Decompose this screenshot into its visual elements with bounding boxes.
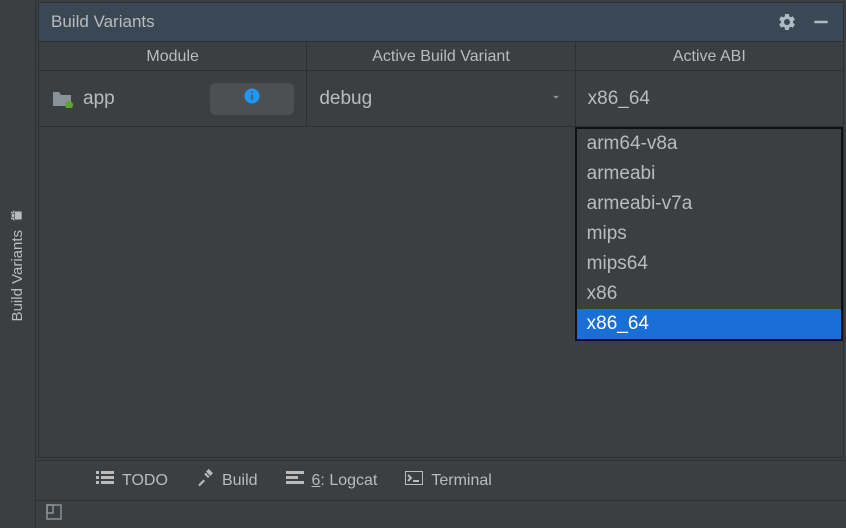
main-area: Build Variants Module Active Build Varia… bbox=[36, 0, 846, 528]
window-split-icon[interactable] bbox=[46, 504, 62, 525]
abi-option[interactable]: armeabi bbox=[577, 159, 841, 189]
column-header-variant[interactable]: Active Build Variant bbox=[307, 42, 575, 70]
terminal-icon bbox=[405, 471, 423, 490]
variant-value: debug bbox=[319, 88, 372, 110]
table-body: app debug bbox=[39, 71, 843, 457]
abi-option[interactable]: arm64-v8a bbox=[577, 129, 841, 159]
info-icon bbox=[243, 87, 261, 111]
toolbar-item-build[interactable]: Build bbox=[196, 469, 258, 492]
bottom-toolbar: TODO Build 6: Logcat bbox=[36, 460, 846, 500]
abi-option[interactable]: mips64 bbox=[577, 249, 841, 279]
abi-cell[interactable]: x86_64 arm64-v8aarmeabiarmeabi-v7amipsmi… bbox=[576, 71, 843, 126]
left-tool-tab-bar: Build Variants bbox=[0, 0, 36, 528]
toolbar-item-logcat[interactable]: 6: Logcat bbox=[286, 471, 378, 490]
abi-option[interactable]: x86_64 bbox=[577, 309, 841, 339]
table-row: app debug bbox=[39, 71, 843, 127]
abi-option[interactable]: x86 bbox=[577, 279, 841, 309]
column-header-abi[interactable]: Active ABI bbox=[576, 42, 843, 70]
panel-title: Build Variants bbox=[51, 12, 155, 32]
status-bar bbox=[36, 500, 846, 528]
vertical-tab-label: Build Variants bbox=[9, 230, 26, 321]
module-name: app bbox=[83, 88, 115, 110]
build-variants-panel: Build Variants Module Active Build Varia… bbox=[38, 2, 844, 458]
toolbar-label-logcat: 6: Logcat bbox=[312, 472, 378, 490]
logcat-icon bbox=[286, 471, 304, 490]
module-cell[interactable]: app bbox=[39, 71, 307, 126]
list-icon bbox=[96, 471, 114, 490]
abi-value: x86_64 bbox=[588, 88, 650, 110]
gear-icon[interactable] bbox=[777, 12, 797, 32]
info-badge[interactable] bbox=[210, 83, 294, 115]
toolbar-label-terminal: Terminal bbox=[431, 472, 491, 490]
panel-header: Build Variants bbox=[39, 3, 843, 41]
toolbar-label-build: Build bbox=[222, 472, 258, 490]
android-icon bbox=[10, 206, 26, 222]
variant-cell[interactable]: debug bbox=[307, 71, 575, 126]
column-header-module[interactable]: Module bbox=[39, 42, 307, 70]
minimize-icon[interactable] bbox=[811, 12, 831, 32]
toolbar-item-todo[interactable]: TODO bbox=[96, 471, 168, 490]
abi-option[interactable]: mips bbox=[577, 219, 841, 249]
panel-header-actions bbox=[777, 12, 831, 32]
toolbar-item-terminal[interactable]: Terminal bbox=[405, 471, 491, 490]
abi-option[interactable]: armeabi-v7a bbox=[577, 189, 841, 219]
abi-dropdown-popup: arm64-v8aarmeabiarmeabi-v7amipsmips64x86… bbox=[575, 127, 843, 341]
toolbar-label-todo: TODO bbox=[122, 472, 168, 490]
folder-module-icon bbox=[51, 90, 73, 108]
chevron-down-icon bbox=[549, 88, 563, 110]
table-column-headers: Module Active Build Variant Active ABI bbox=[39, 41, 843, 71]
vertical-tab-build-variants[interactable]: Build Variants bbox=[3, 194, 32, 333]
hammer-icon bbox=[196, 469, 214, 492]
